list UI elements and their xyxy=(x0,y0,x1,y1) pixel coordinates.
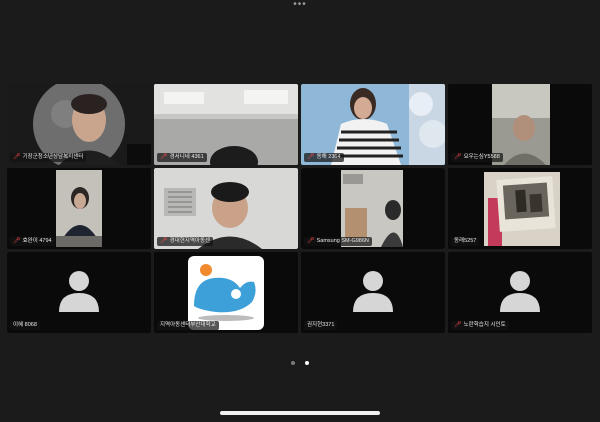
participant-name-label: 🎤︎ 기장군청소년상담복지센터 xyxy=(10,153,87,162)
participant-name: 지역아동센터부산대학교 xyxy=(160,322,216,328)
default-avatar-icon xyxy=(350,266,396,312)
participant-name-label: 🎤︎ 경대현지역아동센 xyxy=(157,237,214,246)
page-indicator[interactable] xyxy=(0,354,600,365)
participant-name: 동해 2364 xyxy=(316,154,341,160)
mic-muted-icon: 🎤︎ xyxy=(454,154,462,160)
participant-tile-7-active-speaker[interactable]: 🎤︎ Samsung SM-G986N xyxy=(301,168,445,249)
participant-name-label: 🎤︎ 동해 2364 xyxy=(304,153,344,162)
participant-name: 권지현3371 xyxy=(307,322,335,328)
participant-tile-12[interactable]: 🎤︎ 노란학습지 시인토 xyxy=(448,252,592,333)
mic-muted-icon: 🎤︎ xyxy=(307,154,315,160)
participant-tile-3[interactable]: 🎤︎ 동해 2364 xyxy=(301,84,445,165)
participant-name: 경서니네 4361 xyxy=(169,154,204,160)
video-grid: 🎤︎ 기장군청소년상담복지센터 🎤︎ 경서니네 4361 🎤︎ 동해 2364 … xyxy=(7,84,593,333)
mic-muted-icon: 🎤︎ xyxy=(160,154,168,160)
participant-name-label: 권지현3371 xyxy=(304,321,338,330)
mic-muted-icon: 🎤︎ xyxy=(160,238,168,244)
participant-tile-8[interactable]: 동래5257 xyxy=(448,168,592,249)
default-avatar-icon xyxy=(497,266,543,312)
mic-muted-icon: 🎤︎ xyxy=(13,238,21,244)
mic-muted-icon: 🎤︎ xyxy=(454,322,462,328)
default-avatar-icon xyxy=(56,266,102,312)
participant-name: 경대현지역아동센 xyxy=(169,238,211,244)
participant-name: 요우는심Y5588 xyxy=(463,154,500,160)
participant-name-label: 이혜 8068 xyxy=(10,321,40,330)
participant-name: 이혜 8068 xyxy=(13,322,37,328)
home-indicator-bar[interactable] xyxy=(220,411,380,415)
participant-name-label: 🎤︎ Samsung SM-G986N xyxy=(304,237,372,246)
mic-muted-icon: 🎤︎ xyxy=(307,238,315,244)
participant-name-label: 지역아동센터부산대학교 xyxy=(157,321,219,330)
mic-muted-icon: 🎤︎ xyxy=(13,154,21,160)
participant-name-label: 동래5257 xyxy=(451,237,480,246)
participant-name: 효완이 4794 xyxy=(22,238,52,244)
page-dot-2-current[interactable] xyxy=(305,360,310,365)
participant-name: 기장군청소년상담복지센터 xyxy=(22,154,84,160)
page-dot-1[interactable] xyxy=(290,360,295,365)
participant-tile-2[interactable]: 🎤︎ 경서니네 4361 xyxy=(154,84,298,165)
participant-name-label: 🎤︎ 요우는심Y5588 xyxy=(451,153,503,162)
participant-tile-4[interactable]: 🎤︎ 요우는심Y5588 xyxy=(448,84,592,165)
participant-tile-1[interactable]: 🎤︎ 기장군청소년상담복지센터 xyxy=(7,84,151,165)
top-handle-dots[interactable]: ••• xyxy=(0,0,600,10)
participant-name: 동래5257 xyxy=(454,238,477,244)
participant-tile-10[interactable]: 지역아동센터부산대학교 xyxy=(154,252,298,333)
participant-tile-11[interactable]: 권지현3371 xyxy=(301,252,445,333)
participant-name: 노란학습지 시인토 xyxy=(463,322,506,328)
participant-name: Samsung SM-G986N xyxy=(316,238,369,244)
participant-name-label: 🎤︎ 경서니네 4361 xyxy=(157,153,207,162)
participant-name-label: 🎤︎ 노란학습지 시인토 xyxy=(451,321,509,330)
participant-name-label: 🎤︎ 효완이 4794 xyxy=(10,237,55,246)
participant-tile-6[interactable]: 🎤︎ 경대현지역아동센 xyxy=(154,168,298,249)
participant-tile-5[interactable]: 🎤︎ 효완이 4794 xyxy=(7,168,151,249)
participant-tile-9[interactable]: 이혜 8068 xyxy=(7,252,151,333)
